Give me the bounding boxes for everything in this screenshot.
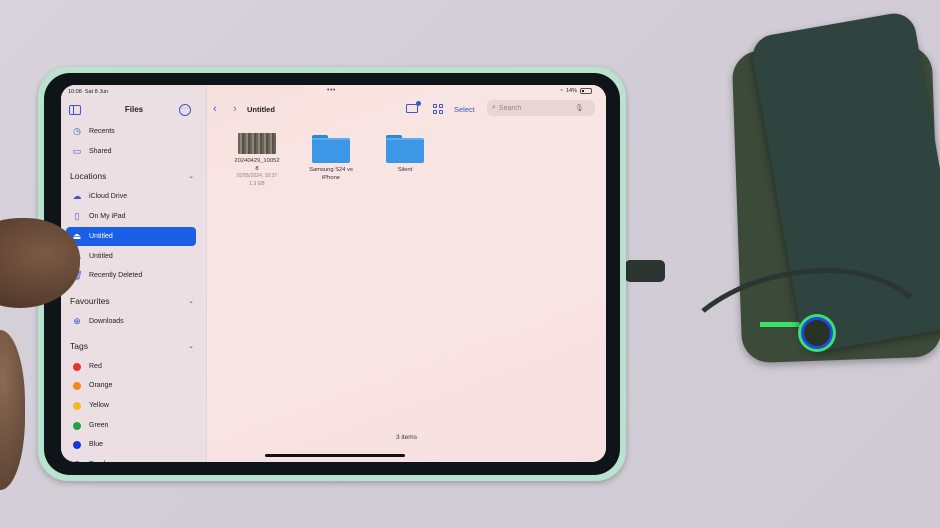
folder-icon xyxy=(386,135,424,163)
favourites-chevron-icon[interactable]: ⌄ xyxy=(188,297,194,305)
folder-icon xyxy=(312,135,350,163)
usb-c-connector xyxy=(625,260,665,282)
tag-green[interactable]: Green xyxy=(66,416,196,435)
file-browser: ••• ◔ 14% ‹ › Untitled Select ⌕ 🎙 202404… xyxy=(207,85,606,462)
file-date: 02/05/2024, 10:37 xyxy=(236,173,278,179)
tag-orange[interactable]: Orange xyxy=(66,376,196,395)
folder-item-silent[interactable]: Silent xyxy=(375,135,435,174)
cloud-icon: ☁ xyxy=(72,191,82,201)
more-options-icon[interactable]: ··· xyxy=(179,104,191,116)
ipad-screen: 10:08 Sat 8 Jun Files ··· ◷ Recents ▭ Sh… xyxy=(61,85,606,462)
sidebar: 10:08 Sat 8 Jun Files ··· ◷ Recents ▭ Sh… xyxy=(61,85,207,462)
grid-view-icon[interactable] xyxy=(433,104,443,114)
locations-header: Locations xyxy=(70,171,107,181)
forward-chevron-icon[interactable]: › xyxy=(233,103,237,115)
file-name: 20240429_10052 8 xyxy=(234,158,280,172)
wifi-icon: ◔ xyxy=(559,88,563,94)
sidebar-item-downloads[interactable]: ⊕ Downloads xyxy=(66,312,196,331)
sidebar-item-icloud-drive[interactable]: ☁ iCloud Drive xyxy=(66,187,196,206)
sidebar-item-recents[interactable]: ◷ Recents xyxy=(66,122,196,141)
tag-blue[interactable]: Blue xyxy=(66,435,196,454)
home-indicator[interactable] xyxy=(265,454,405,457)
tag-dot-icon xyxy=(73,440,81,449)
folder-item-samsung-s24[interactable]: Samsung S24 vs iPhone xyxy=(301,135,361,182)
tag-yellow[interactable]: Yellow xyxy=(66,396,196,415)
user-thumb xyxy=(0,330,25,490)
clock-icon: ◷ xyxy=(73,126,81,136)
multitask-dots[interactable]: ••• xyxy=(327,87,336,94)
select-button[interactable]: Select xyxy=(454,105,475,114)
file-size: 1.3 GB xyxy=(249,180,265,187)
sidebar-item-untitled-drive-2[interactable]: ⏏ Untitled xyxy=(66,247,196,266)
back-chevron-icon[interactable]: ‹ xyxy=(213,103,217,115)
new-folder-icon[interactable] xyxy=(406,101,421,113)
folder-title: Untitled xyxy=(247,105,275,114)
shared-folder-icon: ▭ xyxy=(72,146,82,156)
tags-header: Tags xyxy=(70,341,88,351)
locations-chevron-icon[interactable]: ⌄ xyxy=(188,172,194,180)
status-indicators: ◔ 14% xyxy=(560,88,592,94)
tag-dot-icon xyxy=(73,381,81,390)
tag-dot-icon xyxy=(73,401,81,410)
tag-purple[interactable]: Purple xyxy=(66,455,196,462)
tag-dot-icon xyxy=(73,421,81,430)
microphone-icon[interactable]: 🎙 xyxy=(575,104,584,112)
ipad-icon: ▯ xyxy=(74,211,80,221)
sidebar-item-shared[interactable]: ▭ Shared xyxy=(66,142,196,161)
download-icon: ⊕ xyxy=(73,316,81,326)
tag-dot-icon xyxy=(73,362,81,371)
search-input[interactable] xyxy=(498,104,575,112)
sidebar-item-recently-deleted[interactable]: 🗑 Recently Deleted xyxy=(66,266,196,285)
tag-red[interactable]: Red xyxy=(66,357,196,376)
search-icon: ⌕ xyxy=(492,104,496,111)
folder-name: Samsung S24 vs iPhone xyxy=(309,167,353,181)
video-thumbnail xyxy=(238,133,276,154)
sidebar-header: Files ··· xyxy=(61,103,207,119)
items-count: 3 items xyxy=(396,434,417,441)
status-time: 10:08 Sat 8 Jun xyxy=(68,89,109,95)
folder-name: Silent xyxy=(397,167,413,173)
tag-dot-icon xyxy=(73,460,81,462)
sidebar-item-on-my-ipad[interactable]: ▯ On My iPad xyxy=(66,207,196,226)
tags-chevron-icon[interactable]: ⌄ xyxy=(188,342,194,350)
favourites-header: Favourites xyxy=(70,296,110,306)
sidebar-item-untitled-drive-1[interactable]: ⏏ Untitled xyxy=(66,227,196,246)
search-field[interactable]: ⌕ 🎙 xyxy=(487,100,595,116)
battery-icon xyxy=(580,88,592,94)
usb-cable xyxy=(660,268,940,468)
file-item-video[interactable]: 20240429_10052 8 02/05/2024, 10:37 1.3 GB xyxy=(227,133,287,188)
